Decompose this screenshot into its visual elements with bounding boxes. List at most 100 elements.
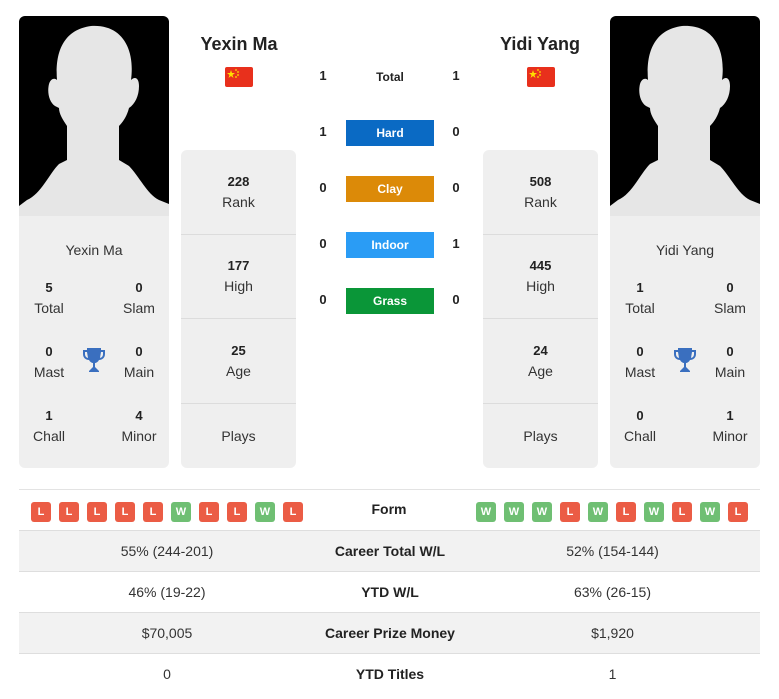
stat-rank-value: 508 (529, 173, 552, 189)
h2h-right-value: 0 (452, 292, 460, 307)
titles-mast-label: Mast (33, 364, 65, 380)
cell-left: 46% (19-22) (128, 584, 206, 600)
form-badge[interactable]: L (560, 502, 580, 522)
cell-left: 55% (244-201) (120, 543, 214, 559)
cell-left: 0 (163, 666, 171, 682)
stat-age-value: 25 (231, 342, 246, 358)
titles-total: 5 Total (19, 278, 79, 318)
titles-total-value: 1 (636, 280, 644, 295)
silhouette-icon (19, 25, 169, 216)
titles-total-label: Total (34, 300, 64, 316)
trophy-icon (83, 348, 105, 372)
stat-age: 25 Age (181, 319, 296, 404)
player-name-right[interactable]: Yidi Yang (465, 34, 615, 55)
form-badge[interactable]: W (504, 502, 524, 522)
h2h-surface-label: Total (376, 70, 404, 84)
surface-badge-grass[interactable]: Grass (346, 288, 434, 314)
form-badge[interactable]: W (588, 502, 608, 522)
titles-chall-label: Chall (624, 428, 656, 444)
titles-minor-value: 4 (135, 408, 143, 423)
h2h-right-value: 1 (452, 68, 460, 83)
titles-mast: 0 Mast (610, 342, 670, 382)
form-badge[interactable]: L (227, 502, 247, 522)
titles-main: 0 Main (700, 342, 760, 382)
titles-main: 0 Main (109, 342, 169, 382)
stat-rank-label: Rank (222, 193, 255, 210)
form-label: Form (371, 501, 407, 517)
stat-rank: 228 Rank (181, 150, 296, 235)
stat-plays: Plays (181, 404, 296, 468)
titles-minor: 4 Minor (109, 406, 169, 446)
surface-badge-hard[interactable]: Hard (346, 120, 434, 146)
h2h-grass: 0 Grass 0 (300, 288, 480, 314)
titles-chall: 1 Chall (19, 406, 79, 446)
player-card-right: Yidi Yang 1 Total 0 Slam 0 Mast 0 Main 0… (610, 16, 760, 468)
player-card-name: Yidi Yang (655, 242, 715, 258)
form-badge[interactable]: W (171, 502, 191, 522)
form-badge[interactable]: L (728, 502, 748, 522)
form-badge[interactable]: W (532, 502, 552, 522)
form-badge[interactable]: W (700, 502, 720, 522)
stat-age-value: 24 (533, 342, 548, 358)
form-badge[interactable]: L (616, 502, 636, 522)
table-row: 55% (244-201) Career Total W/L 52% (154-… (19, 530, 760, 571)
titles-mast-value: 0 (45, 344, 53, 359)
form-badge[interactable]: W (255, 502, 275, 522)
titles-slam-value: 0 (135, 280, 143, 295)
form-badge[interactable]: L (115, 502, 135, 522)
h2h-left-value: 0 (319, 236, 327, 251)
row-label: Career Prize Money (325, 625, 455, 641)
table-row: 0 YTD Titles 1 (19, 653, 760, 694)
form-badge[interactable]: L (87, 502, 107, 522)
form-badge[interactable]: L (283, 502, 303, 522)
form-badges-right: W W W L W L W L W L (476, 502, 748, 522)
stat-plays: Plays (483, 404, 598, 468)
titles-main-value: 0 (726, 344, 734, 359)
h2h-left-value: 1 (319, 68, 327, 83)
row-label: YTD Titles (355, 666, 425, 682)
form-badge[interactable]: W (476, 502, 496, 522)
form-badge[interactable]: L (31, 502, 51, 522)
titles-chall: 0 Chall (610, 406, 670, 446)
titles-main-label: Main (714, 364, 746, 380)
h2h-total: 1 Total 1 (300, 64, 480, 90)
surface-badge-clay[interactable]: Clay (346, 176, 434, 202)
titles-mast-value: 0 (636, 344, 644, 359)
h2h-right-value: 0 (452, 124, 460, 139)
stat-high-value: 177 (227, 258, 250, 274)
stat-plays-label: Plays (523, 427, 558, 444)
titles-total-value: 5 (45, 280, 53, 295)
titles-chall-label: Chall (33, 428, 65, 444)
h2h-indoor: 0 Indoor 1 (300, 232, 480, 258)
form-badge[interactable]: W (644, 502, 664, 522)
titles-chall-value: 1 (45, 408, 53, 423)
titles-main-label: Main (123, 364, 155, 380)
titles-minor-label: Minor (121, 428, 157, 444)
form-badge[interactable]: L (672, 502, 692, 522)
titles-slam: 0 Slam (700, 278, 760, 318)
stat-rank-value: 228 (227, 173, 250, 189)
form-badge[interactable]: L (143, 502, 163, 522)
titles-mast: 0 Mast (19, 342, 79, 382)
surface-badge-indoor[interactable]: Indoor (346, 232, 434, 258)
silhouette-icon (610, 25, 760, 216)
h2h-left-value: 0 (319, 180, 327, 195)
china-flag-icon (225, 67, 253, 87)
titles-mast-label: Mast (624, 364, 656, 380)
player-name-left[interactable]: Yexin Ma (164, 34, 314, 55)
titles-total: 1 Total (610, 278, 670, 318)
china-flag-icon (527, 67, 555, 87)
h2h-clay: 0 Clay 0 (300, 176, 480, 202)
form-badge[interactable]: L (59, 502, 79, 522)
stat-age-label: Age (528, 362, 553, 379)
titles-slam-value: 0 (726, 280, 734, 295)
player-photo-placeholder (610, 16, 760, 216)
row-label: Career Total W/L (334, 543, 446, 559)
form-badge[interactable]: L (199, 502, 219, 522)
stat-rank: 508 Rank (483, 150, 598, 235)
stat-high: 177 High (181, 235, 296, 319)
titles-minor: 1 Minor (700, 406, 760, 446)
stats-card-right: 508 Rank 445 High 24 Age Plays (483, 150, 598, 468)
table-row: 46% (19-22) YTD W/L 63% (26-15) (19, 571, 760, 612)
stat-rank-label: Rank (524, 193, 557, 210)
